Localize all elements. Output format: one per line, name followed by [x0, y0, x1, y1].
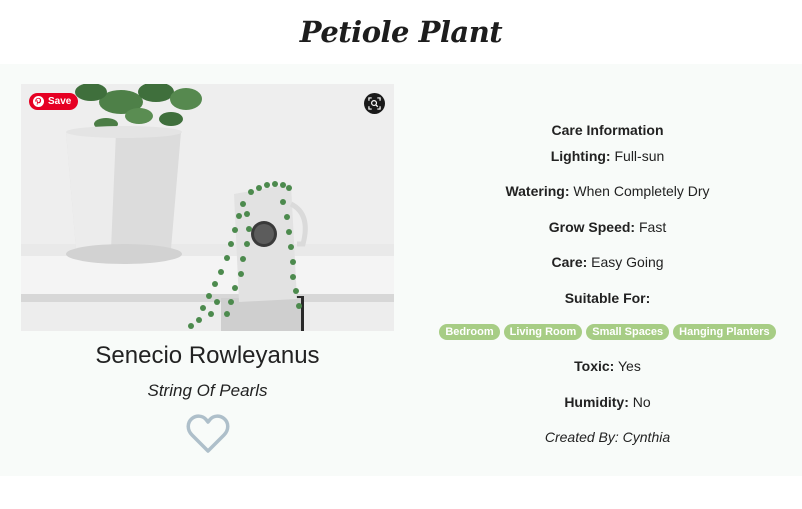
care-lighting: Lighting: Full-sun	[420, 148, 795, 164]
humidity-label: Humidity:	[564, 394, 629, 410]
site-header: Petiole Plant	[0, 0, 802, 64]
plant-scientific-name: Senecio Rowleyanus	[95, 342, 320, 369]
humidity-value: No	[632, 394, 651, 410]
care-difficulty: Care: Easy Going	[420, 254, 795, 270]
care-value: Easy Going	[591, 254, 664, 270]
plant-photo-illustration	[21, 84, 394, 331]
visual-search-icon	[368, 97, 381, 110]
lighting-value: Full-sun	[614, 148, 665, 164]
lighting-label: Lighting:	[550, 148, 611, 164]
pinterest-save-button[interactable]: Save	[29, 93, 79, 110]
care-grow-speed: Grow Speed: Fast	[420, 219, 795, 235]
care-suitable-for: Suitable For:	[420, 290, 795, 306]
created-by: Created By: Cynthia	[544, 429, 671, 445]
page: Petiole Plant Save Senecio Rowleyanus St…	[0, 0, 802, 509]
plant-card: Save Senecio Rowleyanus String Of Pearls…	[0, 64, 802, 476]
watering-label: Watering:	[505, 183, 570, 199]
toxic-value: Yes	[618, 358, 641, 374]
pinterest-icon	[33, 96, 44, 107]
tag-hanging-planters[interactable]: Hanging Planters	[673, 324, 776, 340]
visual-search-button[interactable]	[364, 93, 385, 114]
care-information-panel: Care Information Lighting: Full-sun Wate…	[420, 64, 795, 476]
grow-speed-label: Grow Speed:	[548, 219, 636, 235]
care-humidity: Humidity: No	[420, 394, 795, 410]
toxic-label: Toxic:	[574, 358, 615, 374]
pinterest-save-label: Save	[48, 96, 72, 107]
grow-speed-value: Fast	[639, 219, 667, 235]
tag-bedroom[interactable]: Bedroom	[439, 324, 500, 340]
tag-living-room[interactable]: Living Room	[503, 324, 583, 340]
tag-small-spaces[interactable]: Small Spaces	[586, 324, 670, 340]
heart-outline-icon	[186, 414, 230, 453]
suitable-tags: Bedroom Living Room Small Spaces Hanging…	[420, 324, 795, 340]
care-watering: Watering: When Completely Dry	[420, 183, 795, 199]
care-heading: Care Information	[551, 122, 664, 138]
suitable-label: Suitable For:	[564, 290, 651, 306]
watering-value: When Completely Dry	[573, 183, 710, 199]
favorite-button[interactable]	[185, 413, 231, 455]
plant-photo[interactable]: Save	[21, 84, 394, 331]
care-label: Care:	[551, 254, 588, 270]
plant-common-name: String Of Pearls	[147, 381, 268, 400]
site-title[interactable]: Petiole Plant	[300, 15, 503, 49]
care-toxic: Toxic: Yes	[420, 358, 795, 374]
